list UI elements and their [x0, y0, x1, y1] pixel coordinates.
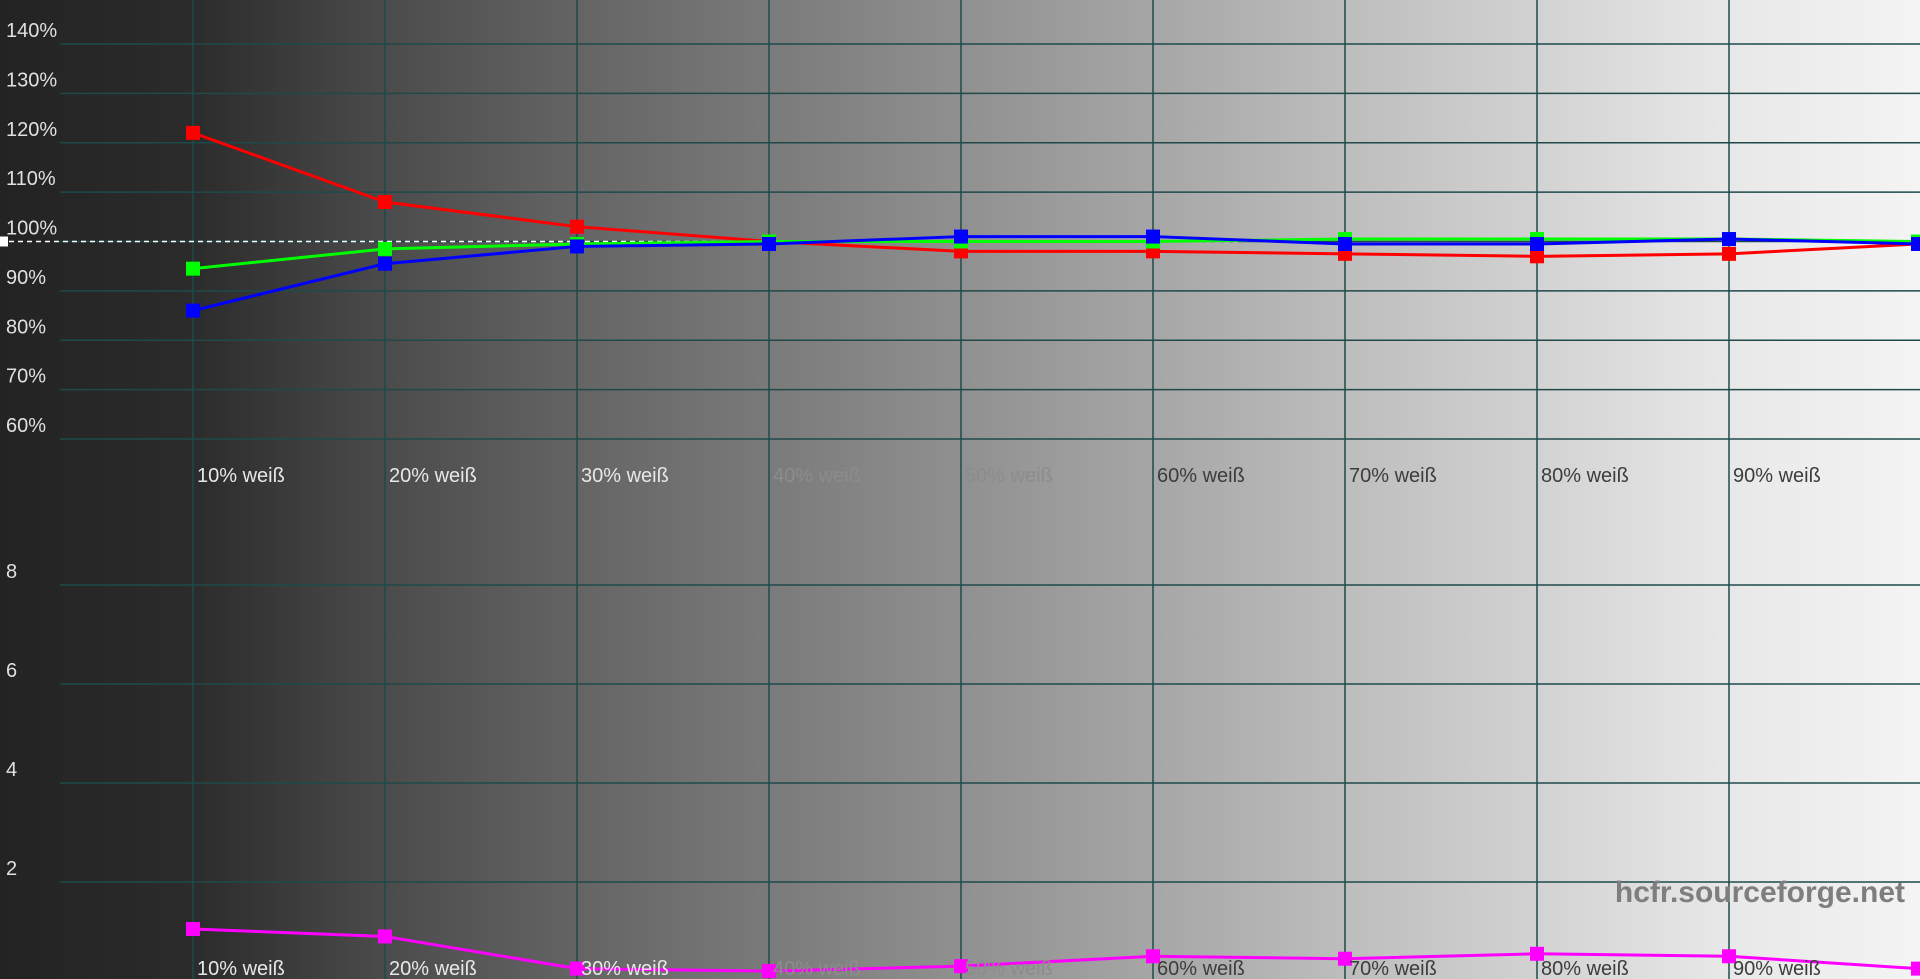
- data-point: [1911, 961, 1920, 976]
- y-tick-label: 4: [6, 759, 17, 781]
- x-category-label: 90% weiß: [1733, 465, 1821, 487]
- watermark: hcfr.sourceforge.net: [1615, 876, 1905, 909]
- y-tick-label: 140%: [6, 20, 57, 42]
- x-category-label: 30% weiß: [581, 465, 669, 487]
- data-point: [954, 229, 968, 244]
- x-category-label: 40% weiß: [773, 958, 861, 979]
- data-point: [570, 239, 584, 254]
- y-tick-label: 60%: [6, 415, 46, 437]
- data-point: [1530, 236, 1544, 251]
- data-point: [186, 303, 200, 318]
- data-point: [1722, 232, 1736, 247]
- x-category-label: 50% weiß: [965, 958, 1053, 979]
- y-tick-label: 130%: [6, 69, 57, 91]
- y-tick-label: 120%: [6, 119, 57, 141]
- x-category-label: 30% weiß: [581, 958, 669, 979]
- y-tick-label: 6: [6, 660, 17, 682]
- chart-canvas: 60% 70% 80% 90% 100% 110% 120% 130% 140% 10% weiß…: [0, 0, 1920, 979]
- x-category-label: 50% weiß: [965, 465, 1053, 487]
- x-category-label: 60% weiß: [1157, 465, 1245, 487]
- x-category-label: 20% weiß: [389, 465, 477, 487]
- data-point: [186, 922, 200, 937]
- data-point: [378, 241, 392, 256]
- x-category-label: 10% weiß: [197, 465, 285, 487]
- chart-background: [0, 0, 1920, 979]
- y-tick-label: 2: [6, 858, 17, 880]
- x-category-label: 60% weiß: [1157, 958, 1245, 979]
- y-tick-label: 110%: [6, 168, 56, 190]
- data-point: [378, 929, 392, 944]
- x-category-label: 80% weiß: [1541, 958, 1629, 979]
- data-point: [378, 195, 392, 209]
- x-category-label: 40% weiß: [773, 465, 861, 487]
- x-category-label: 80% weiß: [1541, 465, 1629, 487]
- data-point: [1722, 246, 1736, 261]
- x-category-label: 70% weiß: [1349, 465, 1437, 487]
- x-category-label: 10% weiß: [197, 958, 285, 979]
- data-point: [762, 236, 776, 251]
- chart-root: 60% 70% 80% 90% 100% 110% 120% 130% 140% 10% weiß…: [0, 0, 1920, 979]
- y-tick-label: 100%: [6, 218, 57, 240]
- y-tick-label: 80%: [6, 316, 46, 338]
- data-point: [186, 261, 200, 276]
- y-tick-label: 70%: [6, 366, 46, 388]
- data-point: [186, 125, 200, 140]
- data-point: [570, 219, 584, 234]
- data-point: [1338, 236, 1352, 251]
- data-point: [1911, 236, 1920, 251]
- data-point: [1146, 229, 1160, 244]
- x-category-label: 90% weiß: [1733, 958, 1821, 979]
- data-point: [378, 256, 392, 271]
- y-tick-label: 8: [6, 561, 17, 583]
- x-category-label: 20% weiß: [389, 958, 477, 979]
- y-tick-label: 90%: [6, 267, 46, 289]
- x-category-label: 70% weiß: [1349, 958, 1437, 979]
- data-point: [1530, 249, 1544, 264]
